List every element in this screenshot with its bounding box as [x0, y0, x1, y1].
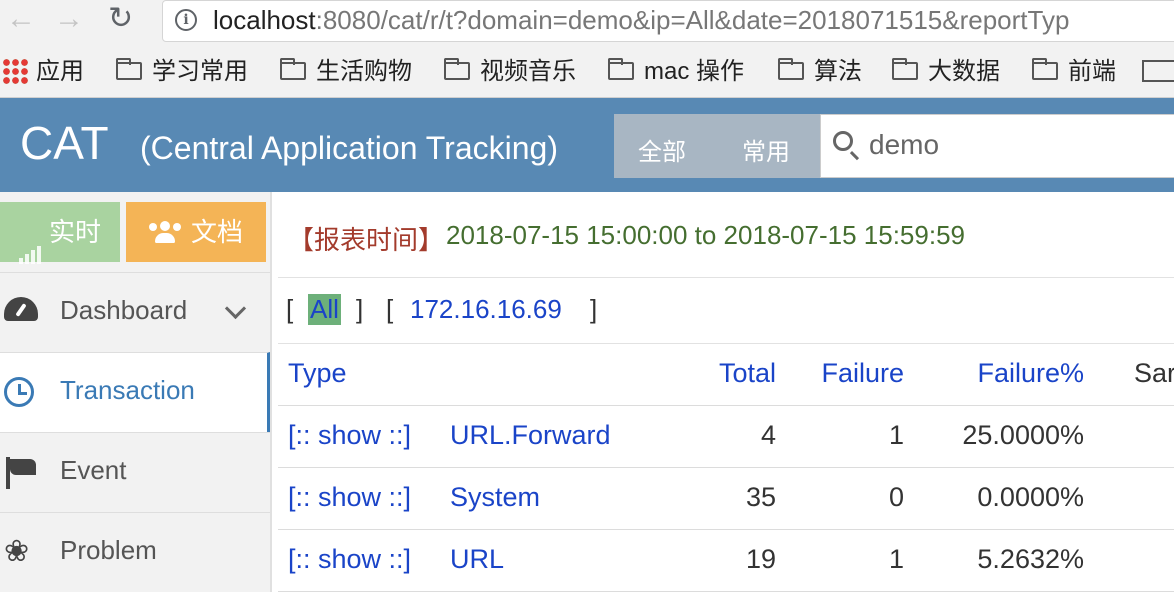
- app-header: CAT (Central Application Tracking) 全部 常用…: [0, 98, 1174, 192]
- bookmark-label: 大数据: [928, 58, 1000, 85]
- ip-address-link[interactable]: 172.16.16.69: [410, 294, 562, 325]
- bracket-open: [: [286, 294, 294, 324]
- failure-pct-cell: 5.2632%: [977, 544, 1084, 574]
- realtime-button[interactable]: 实时: [0, 202, 120, 264]
- chevron-down-icon: [224, 297, 247, 320]
- signal-bars-icon: [18, 204, 43, 264]
- folder-icon[interactable]: [1142, 60, 1174, 82]
- table-row: [:: show ::] URL.Forward 4 1 25.0000%: [278, 406, 1174, 468]
- search-value: demo: [869, 129, 940, 160]
- column-header-type[interactable]: Type: [288, 358, 347, 389]
- bookmark-folder-study[interactable]: 学习常用: [116, 58, 248, 86]
- show-link[interactable]: [:: show ::]: [288, 420, 411, 451]
- column-header-failure-pct[interactable]: Failure%: [977, 358, 1084, 389]
- report-time-label: 【报表时间】: [288, 225, 445, 255]
- users-icon: [148, 221, 181, 243]
- bookmark-label: 生活购物: [316, 58, 412, 85]
- table-header: Type Total Failure Failure% Sar: [278, 344, 1174, 406]
- bookmark-folder-mac[interactable]: mac 操作: [608, 58, 744, 86]
- header-tabs: 全部 常用: [614, 114, 820, 178]
- total-cell: 35: [745, 482, 776, 512]
- apps-grid-icon: [2, 58, 28, 84]
- url-text[interactable]: localhost:8080/cat/r/t?domain=demo&ip=Al…: [213, 5, 1069, 36]
- show-link[interactable]: [:: show ::]: [288, 544, 411, 575]
- clock-icon: [4, 377, 34, 407]
- type-link[interactable]: URL.Forward: [450, 420, 611, 451]
- bracket-close: ]: [590, 294, 598, 324]
- bookmark-label: 学习常用: [152, 58, 248, 85]
- bookmark-folder-video[interactable]: 视频音乐: [444, 58, 576, 86]
- domain-search-input[interactable]: demo: [820, 114, 1174, 178]
- sidebar: 实时 文档 Dashboard Transaction Event ❀ Prob…: [0, 192, 272, 592]
- app-subtitle: (Central Application Tracking): [140, 130, 558, 166]
- sidebar-item-label: Transaction: [60, 375, 195, 405]
- browser-toolbar: ← → ↻ i localhost:8080/cat/r/t?domain=de…: [0, 0, 1174, 46]
- column-header-sample[interactable]: Sar: [1134, 358, 1174, 389]
- sidebar-item-label: Event: [60, 455, 127, 485]
- sidebar-item-label: Dashboard: [60, 295, 188, 325]
- tab-common[interactable]: 常用: [742, 132, 790, 167]
- folder-icon: [116, 58, 142, 80]
- bracket-open: [: [386, 294, 394, 324]
- bookmark-apps[interactable]: 应用: [2, 58, 84, 86]
- column-header-failure[interactable]: Failure: [821, 358, 904, 389]
- sidebar-item-dashboard[interactable]: Dashboard: [0, 272, 270, 352]
- app-logo[interactable]: CAT: [20, 116, 109, 170]
- forward-arrow-icon[interactable]: →: [54, 4, 84, 34]
- show-link[interactable]: [:: show ::]: [288, 482, 411, 513]
- type-link[interactable]: System: [450, 482, 540, 513]
- failure-cell: 1: [888, 544, 904, 574]
- url-path: :8080/cat/r/t?domain=demo&ip=All&date=20…: [315, 5, 1070, 35]
- failure-cell: 0: [888, 482, 904, 512]
- sidebar-item-event[interactable]: Event: [0, 432, 270, 512]
- realtime-label: 实时: [48, 217, 101, 247]
- url-host: localhost: [213, 5, 316, 35]
- flag-icon: [4, 457, 38, 489]
- bookmark-folder-frontend[interactable]: 前端: [1032, 58, 1116, 86]
- bookmark-folder-algo[interactable]: 算法: [778, 58, 862, 86]
- bug-icon: ❀: [4, 535, 30, 568]
- search-icon: [833, 131, 853, 151]
- sidebar-item-problem[interactable]: ❀ Problem: [0, 512, 270, 592]
- report-time-bar: 【报表时间】 2018-07-15 15:00:00 to 2018-07-15…: [278, 192, 1174, 278]
- bookmark-label: mac 操作: [644, 58, 745, 85]
- bookmark-label: 前端: [1068, 58, 1116, 85]
- bookmark-label: 视频音乐: [480, 58, 576, 85]
- docs-label: 文档: [190, 217, 243, 247]
- failure-pct-cell: 0.0000%: [977, 482, 1084, 512]
- failure-pct-cell: 25.0000%: [962, 420, 1084, 450]
- bookmark-folder-life[interactable]: 生活购物: [280, 58, 412, 86]
- reload-icon[interactable]: ↻: [108, 4, 133, 34]
- total-cell: 4: [760, 420, 776, 450]
- bookmark-label: 应用: [36, 58, 84, 85]
- address-bar[interactable]: i localhost:8080/cat/r/t?domain=demo&ip=…: [162, 0, 1174, 42]
- table-row: [:: show ::] System 35 0 0.0000%: [278, 468, 1174, 530]
- column-header-total[interactable]: Total: [719, 358, 776, 389]
- ip-filter-bar: [ All ] [ 172.16.16.69 ]: [278, 278, 1174, 344]
- report-time-range: 2018-07-15 15:00:00 to 2018-07-15 15:59:…: [446, 220, 965, 250]
- sidebar-item-transaction[interactable]: Transaction: [0, 352, 270, 432]
- dashboard-gauge-icon: [4, 297, 38, 321]
- folder-icon: [444, 58, 470, 80]
- type-link[interactable]: URL: [450, 544, 504, 575]
- sidebar-item-label: Problem: [60, 535, 157, 565]
- bookmarks-bar: 应用 学习常用 生活购物 视频音乐 mac 操作 算法 大数据 前端: [0, 46, 1174, 98]
- total-cell: 19: [745, 544, 776, 574]
- folder-icon: [1032, 58, 1058, 80]
- bracket-close: ]: [356, 294, 364, 324]
- ip-all-link[interactable]: All: [308, 294, 341, 325]
- info-icon[interactable]: i: [175, 9, 197, 31]
- failure-cell: 1: [888, 420, 904, 450]
- tab-all[interactable]: 全部: [638, 132, 686, 167]
- table-row: [:: show ::] URL 19 1 5.2632%: [278, 530, 1174, 592]
- folder-icon: [778, 58, 804, 80]
- bookmark-folder-bigdata[interactable]: 大数据: [892, 58, 1000, 86]
- folder-icon: [892, 58, 918, 80]
- folder-icon: [608, 58, 634, 80]
- bookmark-label: 算法: [814, 58, 862, 85]
- folder-icon: [280, 58, 306, 80]
- docs-button[interactable]: 文档: [126, 202, 266, 262]
- back-arrow-icon[interactable]: ←: [6, 4, 36, 34]
